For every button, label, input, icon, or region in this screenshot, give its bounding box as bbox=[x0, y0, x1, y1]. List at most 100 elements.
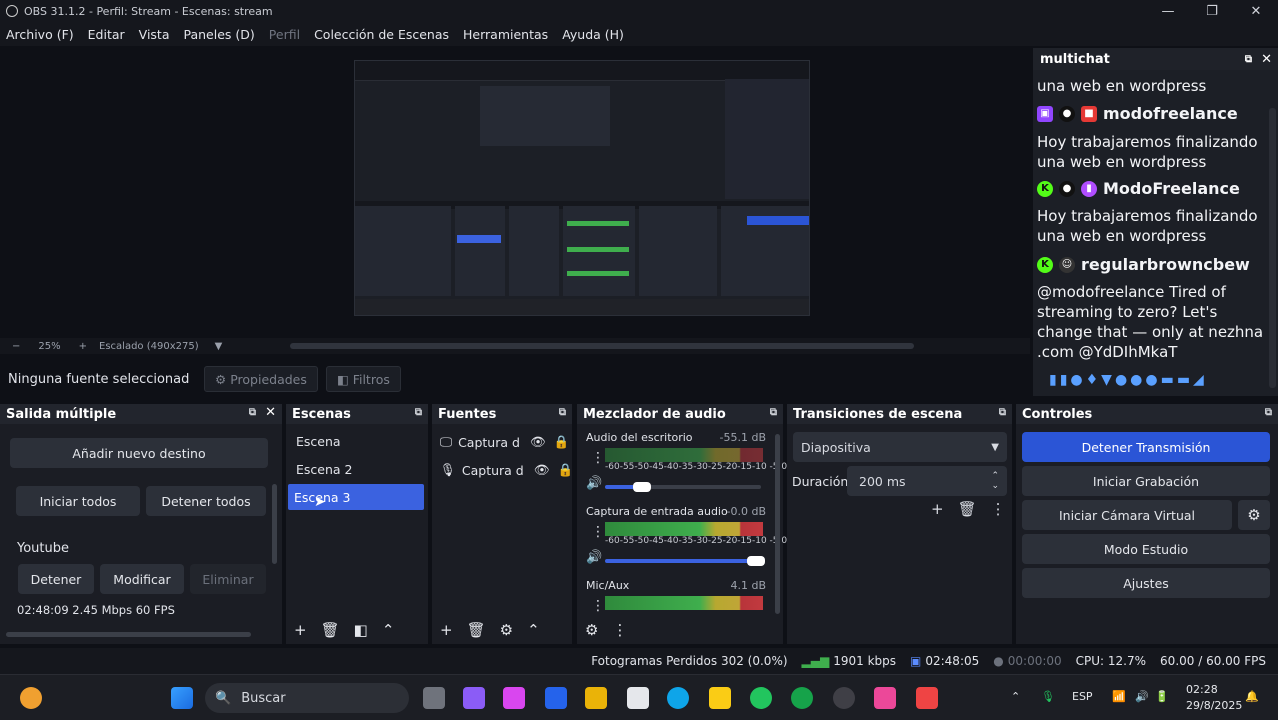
zoom-out-button[interactable]: − bbox=[12, 341, 20, 352]
gear-icon[interactable]: ⚙ bbox=[500, 621, 513, 639]
stop-all-button[interactable]: Detener todos bbox=[146, 486, 266, 516]
undock-icon[interactable]: ⧉ bbox=[415, 407, 422, 418]
undock-icon[interactable]: ⧉ bbox=[770, 407, 777, 418]
undock-icon[interactable]: ⧉ bbox=[249, 407, 256, 418]
filter-icon[interactable]: ◧ bbox=[354, 621, 368, 639]
stop-target-button[interactable]: Detener bbox=[18, 564, 94, 594]
virtual-camera-button[interactable]: Iniciar Cámara Virtual bbox=[1022, 500, 1232, 530]
add-icon[interactable]: + bbox=[294, 621, 307, 639]
preview-canvas[interactable] bbox=[354, 60, 810, 316]
scene-item[interactable]: Escena 2 bbox=[290, 456, 426, 482]
task-view-icon[interactable] bbox=[423, 687, 445, 709]
undock-icon[interactable]: ⧉ bbox=[1245, 54, 1252, 65]
studio-mode-button[interactable]: Modo Estudio bbox=[1022, 534, 1270, 564]
obs-icon[interactable] bbox=[833, 687, 855, 709]
app-icon[interactable] bbox=[503, 687, 525, 709]
source-item[interactable]: 🎙 Captura d 👁 🔒 bbox=[440, 462, 573, 478]
microphone-icon[interactable]: 🎙 bbox=[1041, 690, 1055, 703]
menu-herramientas[interactable]: Herramientas bbox=[463, 27, 548, 42]
eye-icon[interactable]: 👁 bbox=[530, 434, 546, 450]
minimize-button[interactable]: — bbox=[1146, 0, 1190, 22]
notification-icon[interactable]: 🔔 bbox=[1245, 690, 1259, 703]
app-icon[interactable] bbox=[545, 687, 567, 709]
clock-date[interactable]: 29/8/2025 bbox=[1186, 699, 1242, 712]
properties-button[interactable]: ⚙ Propiedades bbox=[204, 366, 318, 392]
stepper-icon[interactable]: ⌃ ⌄ bbox=[991, 471, 999, 491]
clock-time[interactable]: 02:28 bbox=[1186, 683, 1218, 696]
chevron-up-icon[interactable]: ⌃ bbox=[527, 621, 540, 639]
close-button[interactable]: ✕ bbox=[1234, 0, 1278, 22]
scene-item-selected[interactable]: Escena 3 bbox=[288, 484, 424, 510]
modify-target-button[interactable]: Modificar bbox=[100, 564, 184, 594]
source-item[interactable]: 🖵 Captura d 👁 🔒 bbox=[440, 434, 569, 450]
language-indicator[interactable]: ESP bbox=[1072, 690, 1093, 703]
windows-start-icon[interactable] bbox=[171, 687, 193, 709]
volume-icon[interactable]: 🔊 bbox=[1135, 690, 1149, 703]
widget-icon[interactable] bbox=[20, 687, 42, 709]
volume-slider[interactable] bbox=[605, 485, 761, 489]
volume-slider[interactable] bbox=[605, 559, 761, 563]
more-icon[interactable]: ⋮ bbox=[591, 450, 605, 466]
scene-item[interactable]: Escena bbox=[290, 428, 426, 454]
lock-icon[interactable]: 🔒 bbox=[554, 434, 570, 450]
eye-icon[interactable]: 👁 bbox=[534, 462, 550, 478]
trash-icon[interactable]: 🗑 bbox=[321, 621, 340, 639]
add-icon[interactable]: + bbox=[931, 500, 944, 518]
folder-icon[interactable] bbox=[585, 687, 607, 709]
transition-select[interactable]: Diapositiva ▼ bbox=[793, 432, 1007, 462]
duration-input[interactable]: 200 ms ⌃ ⌄ bbox=[847, 466, 1007, 496]
chevron-up-icon[interactable]: ⌃ bbox=[382, 621, 395, 639]
advanced-audio-icon[interactable]: ⚙ bbox=[585, 621, 598, 639]
settings-button[interactable]: Ajustes bbox=[1022, 568, 1270, 598]
more-icon[interactable]: ⋮ bbox=[991, 500, 1006, 518]
dock-scrollbar[interactable] bbox=[272, 484, 277, 564]
notes-icon[interactable] bbox=[709, 687, 731, 709]
more-icon[interactable]: ⋮ bbox=[591, 524, 605, 540]
start-recording-button[interactable]: Iniciar Grabación bbox=[1022, 466, 1270, 496]
app-icon[interactable] bbox=[874, 687, 896, 709]
store-icon[interactable] bbox=[627, 687, 649, 709]
battery-icon[interactable]: 🔋 bbox=[1155, 690, 1169, 703]
copilot-icon[interactable] bbox=[463, 687, 485, 709]
undock-icon[interactable]: ⧉ bbox=[999, 407, 1006, 418]
more-icon[interactable]: ⋮ bbox=[612, 621, 627, 639]
add-destination-button[interactable]: Añadir nuevo destino bbox=[10, 438, 268, 468]
app-icon[interactable] bbox=[916, 687, 938, 709]
edge-icon[interactable] bbox=[667, 687, 689, 709]
add-icon[interactable]: + bbox=[440, 621, 453, 639]
trash-icon[interactable]: 🗑 bbox=[467, 621, 486, 639]
zoom-in-button[interactable]: + bbox=[79, 341, 87, 352]
scale-dropdown-icon[interactable]: ▼ bbox=[215, 341, 223, 352]
preview-scrollbar[interactable] bbox=[290, 343, 914, 349]
search-input[interactable]: 🔍 Buscar bbox=[205, 683, 409, 713]
remove-target-button[interactable]: Eliminar bbox=[190, 564, 266, 594]
speaker-icon[interactable]: 🔊 bbox=[586, 550, 602, 565]
maximize-button[interactable]: ❐ bbox=[1190, 0, 1234, 22]
menu-vista[interactable]: Vista bbox=[139, 27, 170, 42]
stop-stream-button[interactable]: Detener Transmisión bbox=[1022, 432, 1270, 462]
undock-icon[interactable]: ⧉ bbox=[559, 407, 566, 418]
menu-archivo[interactable]: Archivo (F) bbox=[6, 27, 74, 42]
volume-knob[interactable] bbox=[633, 482, 651, 492]
chat-scrollbar[interactable] bbox=[1269, 108, 1276, 388]
trash-icon[interactable]: 🗑 bbox=[958, 500, 977, 518]
whatsapp-icon[interactable] bbox=[750, 687, 772, 709]
virtual-camera-settings-button[interactable]: ⚙ bbox=[1238, 500, 1270, 530]
undock-icon[interactable]: ⧉ bbox=[1265, 407, 1272, 418]
chevron-up-icon[interactable]: ⌃ bbox=[1011, 690, 1020, 703]
menu-perfil[interactable]: Perfil bbox=[269, 27, 300, 42]
menu-ayuda[interactable]: Ayuda (H) bbox=[562, 27, 624, 42]
speaker-icon[interactable]: 🔊 bbox=[586, 476, 602, 491]
start-all-button[interactable]: Iniciar todos bbox=[16, 486, 140, 516]
lock-icon[interactable]: 🔒 bbox=[558, 462, 574, 478]
wifi-icon[interactable]: 📶 bbox=[1112, 690, 1126, 703]
close-icon[interactable]: ✕ bbox=[265, 405, 276, 420]
filters-button[interactable]: ◧ Filtros bbox=[325, 366, 401, 392]
menu-editar[interactable]: Editar bbox=[88, 27, 125, 42]
mixer-scrollbar[interactable] bbox=[775, 434, 780, 614]
dock-hscrollbar[interactable] bbox=[6, 632, 251, 637]
close-icon[interactable]: ✕ bbox=[1261, 52, 1272, 67]
volume-knob[interactable] bbox=[747, 556, 765, 566]
chrome-icon[interactable] bbox=[791, 687, 813, 709]
menu-coleccion[interactable]: Colección de Escenas bbox=[314, 27, 449, 42]
